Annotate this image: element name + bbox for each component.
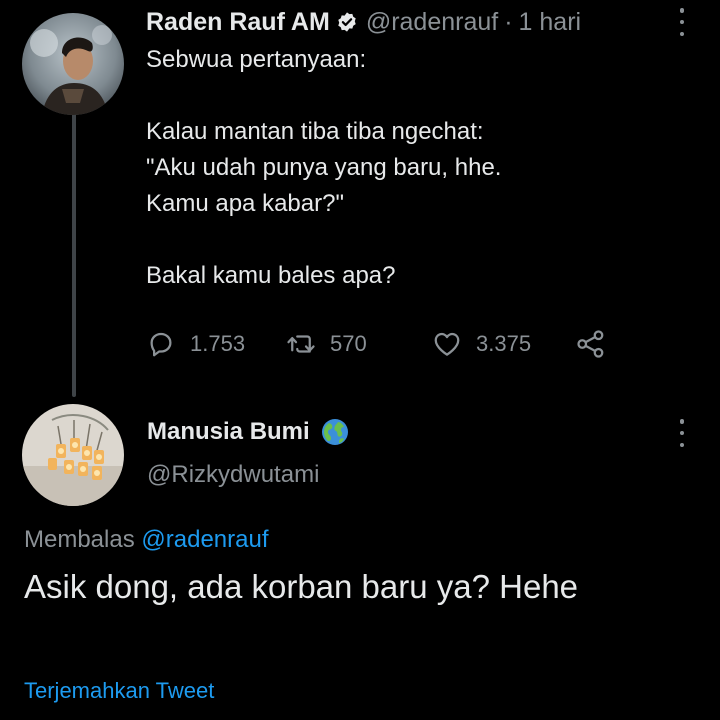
reply-text: Asik dong, ada korban baru ya? Hehe xyxy=(24,568,579,605)
tweet-text: Sebwua pertanyaan: Kalau mantan tiba tib… xyxy=(146,46,502,289)
share-icon xyxy=(577,330,604,358)
replying-to-handle-link[interactable]: @radenrauf xyxy=(141,526,268,553)
thread-connector-line xyxy=(72,112,76,397)
verified-badge-icon xyxy=(338,12,356,32)
header-separator: · xyxy=(504,7,513,36)
tweet-timestamp[interactable]: 1 hari xyxy=(519,8,582,37)
tweet-header: Raden Rauf AM @radenrauf · 1 hari xyxy=(146,6,581,38)
reply-count: 1.753 xyxy=(190,331,246,356)
reply-icon xyxy=(150,332,172,357)
replying-to-label: Membalas xyxy=(24,526,135,553)
author-handle[interactable]: @radenrauf xyxy=(366,8,498,37)
tweet-actions: 1.753 570 3.375 xyxy=(146,326,616,362)
reply-author-name[interactable]: Manusia Bumi xyxy=(147,418,310,446)
author-avatar[interactable] xyxy=(22,13,124,115)
like-button[interactable]: 3.375 xyxy=(432,326,531,362)
globe-emoji-icon xyxy=(321,419,348,445)
reply-author-name-row: Manusia Bumi xyxy=(147,417,350,447)
retweet-icon xyxy=(287,335,315,353)
replying-to-line: Membalas @radenrauf xyxy=(24,526,269,554)
reply-more-options-icon[interactable] xyxy=(670,419,694,447)
translate-tweet-link[interactable]: Terjemahkan Tweet xyxy=(24,678,214,704)
reply-author-handle[interactable]: @Rizkydwutami xyxy=(147,461,319,489)
retweet-button[interactable]: 570 xyxy=(286,326,367,362)
heart-icon xyxy=(434,332,460,356)
more-options-icon[interactable] xyxy=(670,8,694,36)
reply-button[interactable]: 1.753 xyxy=(146,326,245,362)
retweet-count: 570 xyxy=(330,331,367,356)
like-count: 3.375 xyxy=(476,331,532,356)
share-button[interactable] xyxy=(576,326,620,362)
author-name[interactable]: Raden Rauf AM xyxy=(146,8,330,37)
reply-author-avatar[interactable] xyxy=(22,404,124,506)
